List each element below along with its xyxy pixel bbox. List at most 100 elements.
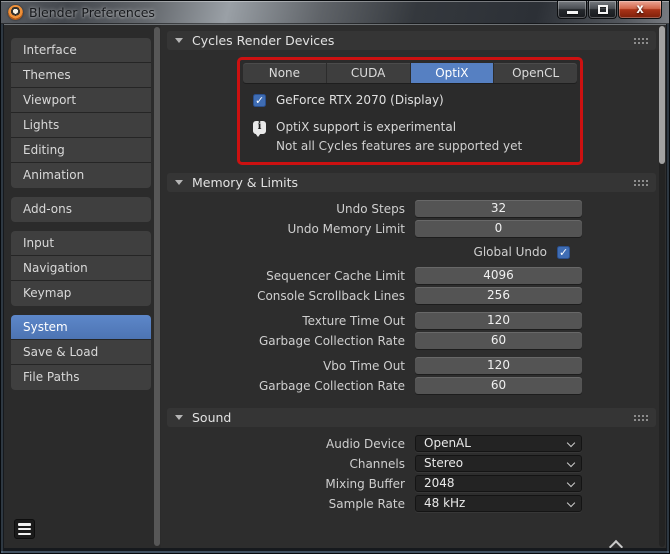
setting-row: Garbage Collection Rate 60 — [167, 332, 656, 349]
tab-none[interactable]: None — [243, 63, 327, 83]
chevron-down-icon — [566, 478, 576, 488]
sidebar-item-keymap[interactable]: Keymap — [11, 281, 151, 306]
main-scrollbar[interactable] — [659, 26, 665, 547]
render-device-tabs: None CUDA OptiX OpenCL — [243, 63, 577, 83]
sidebar-item-input[interactable]: Input — [11, 231, 151, 256]
sound-rows: Audio Device OpenAL Channels Stereo Mixi… — [167, 435, 656, 512]
hamburger-icon — [18, 523, 31, 526]
close-button[interactable] — [618, 1, 662, 19]
sidebar-item-lights[interactable]: Lights — [11, 113, 151, 138]
sidebar-item-animation[interactable]: Animation — [11, 163, 151, 188]
memory-limits-section: Memory & Limits Undo Steps 32 Undo Memor… — [167, 173, 656, 394]
gpu-device-row: GeForce RTX 2070 (Display) — [253, 93, 577, 107]
select-value: Stereo — [424, 456, 464, 470]
setting-row: Sample Rate 48 kHz — [167, 495, 656, 512]
collapse-triangle-icon — [175, 38, 183, 43]
window-title: Blender Preferences — [29, 5, 155, 20]
mixing-buffer-select[interactable]: 2048 — [415, 475, 582, 492]
panel-title: Memory & Limits — [192, 175, 299, 190]
collapse-triangle-icon — [175, 180, 183, 185]
red-highlight-box: None CUDA OptiX OpenCL GeForce RTX 2070 … — [237, 57, 583, 165]
sidebar-item-viewport[interactable]: Viewport — [11, 88, 151, 113]
panel-title: Cycles Render Devices — [192, 33, 335, 48]
sidebar-group-addons: Add-ons — [11, 197, 151, 222]
scrollbar-thumb[interactable] — [659, 26, 665, 164]
tab-cuda[interactable]: CUDA — [327, 63, 411, 83]
field-label: Sequencer Cache Limit — [266, 268, 405, 283]
sidebar-item-interface[interactable]: Interface — [11, 38, 151, 63]
sidebar-scrollbar[interactable] — [154, 27, 160, 546]
garbage-collection-rate-field[interactable]: 60 — [415, 332, 582, 349]
field-label: Undo Memory Limit — [287, 221, 405, 236]
setting-row: Undo Steps 32 — [167, 200, 656, 217]
gpu-device-label: GeForce RTX 2070 (Display) — [276, 93, 444, 107]
panel-drag-dots-icon[interactable] — [634, 414, 648, 421]
setting-row: Channels Stereo — [167, 455, 656, 472]
vbo-timeout-field[interactable]: 120 — [415, 357, 582, 374]
sidebar-group-input: Input Navigation Keymap — [11, 231, 151, 306]
chevron-down-icon — [566, 438, 576, 448]
info-note: Not all Cycles features are supported ye… — [276, 139, 523, 153]
sidebar-item-themes[interactable]: Themes — [11, 63, 151, 88]
sidebar-group-display: Interface Themes Viewport Lights Editing… — [11, 38, 151, 188]
chevron-down-icon — [566, 498, 576, 508]
maximize-button[interactable] — [588, 1, 617, 19]
info-icon — [253, 120, 266, 137]
sound-panel-header[interactable]: Sound — [167, 408, 656, 427]
chevron-down-icon — [566, 458, 576, 468]
sidebar-item-navigation[interactable]: Navigation — [11, 256, 151, 281]
collapse-triangle-icon — [175, 415, 183, 420]
memory-panel-header[interactable]: Memory & Limits — [167, 173, 656, 192]
setting-row: Garbage Collection Rate 60 — [167, 377, 656, 394]
minimize-button[interactable] — [557, 1, 587, 19]
field-label: Global Undo — [473, 245, 547, 259]
select-value: OpenAL — [424, 436, 471, 450]
field-label: Vbo Time Out — [323, 358, 405, 373]
select-value: 48 kHz — [424, 496, 466, 510]
sidebar-nav: Interface Themes Viewport Lights Editing… — [4, 25, 161, 390]
audio-device-select[interactable]: OpenAL — [415, 435, 582, 452]
setting-row: Undo Memory Limit 0 — [167, 220, 656, 237]
channels-select[interactable]: Stereo — [415, 455, 582, 472]
field-label: Console Scrollback Lines — [257, 288, 405, 303]
sidebar: Interface Themes Viewport Lights Editing… — [4, 25, 161, 548]
field-label: Undo Steps — [336, 201, 405, 216]
sample-rate-select[interactable]: 48 kHz — [415, 495, 582, 512]
setting-row: Audio Device OpenAL — [167, 435, 656, 452]
setting-row: Mixing Buffer 2048 — [167, 475, 656, 492]
field-label: Texture Time Out — [302, 313, 405, 328]
info-text: OptiX support is experimental — [276, 120, 457, 134]
sequencer-cache-limit-field[interactable]: 4096 — [415, 267, 582, 284]
field-label: Sample Rate — [328, 496, 405, 511]
undo-steps-field[interactable]: 32 — [415, 200, 582, 217]
console-scrollback-field[interactable]: 256 — [415, 287, 582, 304]
gpu-device-checkbox[interactable] — [253, 93, 266, 107]
preferences-content: Interface Themes Viewport Lights Editing… — [4, 24, 666, 548]
panel-drag-dots-icon[interactable] — [634, 37, 648, 44]
sidebar-item-editing[interactable]: Editing — [11, 138, 151, 163]
vbo-garbage-collection-rate-field[interactable]: 60 — [415, 377, 582, 394]
preferences-menu-button[interactable] — [14, 519, 35, 539]
undo-memory-limit-field[interactable]: 0 — [415, 220, 582, 237]
blender-logo-icon — [8, 5, 23, 20]
texture-timeout-field[interactable]: 120 — [415, 312, 582, 329]
setting-row: Vbo Time Out 120 — [167, 357, 656, 374]
memory-rows: Undo Steps 32 Undo Memory Limit 0 Global… — [167, 200, 656, 394]
window-controls — [556, 1, 662, 19]
global-undo-checkbox[interactable] — [557, 245, 570, 259]
sidebar-item-save-load[interactable]: Save & Load — [11, 340, 151, 365]
maximize-icon — [598, 5, 608, 14]
panel-title: Sound — [192, 410, 232, 425]
sidebar-item-system[interactable]: System — [11, 315, 151, 340]
cycles-panel-header[interactable]: Cycles Render Devices — [167, 31, 656, 50]
panel-drag-dots-icon[interactable] — [634, 179, 648, 186]
sidebar-item-file-paths[interactable]: File Paths — [11, 365, 151, 390]
setting-row: Sequencer Cache Limit 4096 — [167, 267, 656, 284]
sidebar-item-addons[interactable]: Add-ons — [11, 197, 151, 222]
tab-optix[interactable]: OptiX — [410, 63, 495, 83]
scroll-up-indicator-icon[interactable] — [611, 540, 621, 547]
tab-opencl[interactable]: OpenCL — [494, 63, 577, 83]
title-bar[interactable]: Blender Preferences — [1, 1, 669, 24]
sidebar-group-system: System Save & Load File Paths — [11, 315, 151, 390]
minimize-icon — [567, 11, 578, 14]
